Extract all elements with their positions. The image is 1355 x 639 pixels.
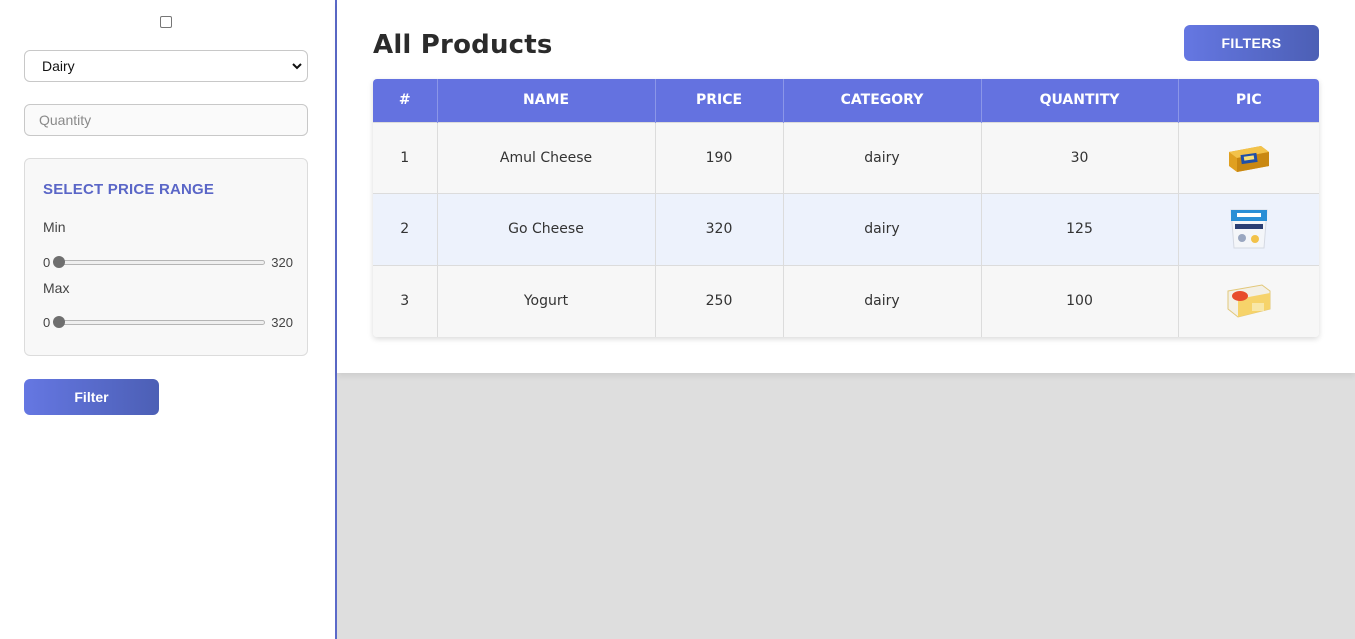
min-range-slider[interactable] <box>57 260 265 265</box>
products-table: # NAME PRICE CATEGORY QUANTITY PIC 1 Amu… <box>373 79 1319 337</box>
cell-number: 2 <box>373 193 438 265</box>
cell-quantity: 125 <box>981 193 1179 265</box>
price-range-title: SELECT PRICE RANGE <box>43 181 215 198</box>
quantity-input[interactable]: Quantity <box>24 104 308 136</box>
max-range-row: 0 320 <box>43 315 293 330</box>
table-row: 3 Yogurt 250 dairy 100 <box>373 264 1319 337</box>
cell-name: Yogurt <box>437 264 656 337</box>
column-header-category[interactable]: CATEGORY <box>783 79 982 122</box>
yogurt-cup-image <box>1230 209 1268 249</box>
category-select[interactable]: Dairy <box>24 50 308 82</box>
max-range-high: 320 <box>271 315 293 330</box>
cell-number: 3 <box>373 264 438 337</box>
min-range-row: 0 320 <box>43 255 293 270</box>
cell-name: Go Cheese <box>437 193 656 265</box>
min-range-low: 0 <box>43 255 51 270</box>
column-header-number[interactable]: # <box>373 79 438 122</box>
cell-price: 190 <box>655 121 784 194</box>
cell-category: dairy <box>783 193 982 265</box>
category-select-value: Dairy <box>42 58 75 74</box>
table-header-row: # NAME PRICE CATEGORY QUANTITY PIC <box>373 79 1319 122</box>
table-row: 1 Amul Cheese 190 dairy 30 <box>373 121 1319 194</box>
column-header-price[interactable]: PRICE <box>655 79 784 122</box>
main-content: All Products FILTERS # NAME PRICE CATEGO… <box>337 0 1355 373</box>
filter-button[interactable]: Filter <box>24 379 159 415</box>
max-range-thumb[interactable] <box>53 316 65 328</box>
page-title: All Products <box>373 30 553 60</box>
cell-pic <box>1178 121 1319 194</box>
cell-pic <box>1178 264 1319 337</box>
min-label: Min <box>43 219 66 235</box>
quantity-placeholder: Quantity <box>39 112 92 128</box>
cell-price: 250 <box>655 264 784 337</box>
min-range-thumb[interactable] <box>53 256 65 268</box>
cell-category: dairy <box>783 264 982 337</box>
table-row: 2 Go Cheese 320 dairy 125 <box>373 193 1319 265</box>
cell-category: dairy <box>783 121 982 194</box>
cell-name: Amul Cheese <box>437 121 656 194</box>
price-range-panel: SELECT PRICE RANGE Min 0 320 Max 0 320 <box>24 158 308 356</box>
column-header-name[interactable]: NAME <box>437 79 656 122</box>
cell-pic <box>1178 193 1319 265</box>
cell-quantity: 30 <box>981 121 1179 194</box>
sidebar-checkbox[interactable] <box>160 16 172 28</box>
chevron-down-icon <box>292 63 302 70</box>
column-header-quantity[interactable]: QUANTITY <box>981 79 1179 122</box>
cheese-box-image <box>1228 145 1269 172</box>
filters-button[interactable]: FILTERS <box>1184 25 1319 61</box>
max-range-low: 0 <box>43 315 51 330</box>
max-label: Max <box>43 280 70 296</box>
min-range-high: 320 <box>271 255 293 270</box>
column-header-pic[interactable]: PIC <box>1178 79 1319 122</box>
cheese-slice-pack-image <box>1227 284 1271 318</box>
cell-quantity: 100 <box>981 264 1179 337</box>
cell-number: 1 <box>373 121 438 194</box>
sidebar: Dairy Quantity SELECT PRICE RANGE Min 0 … <box>0 0 337 639</box>
cell-price: 320 <box>655 193 784 265</box>
max-range-slider[interactable] <box>57 320 265 325</box>
